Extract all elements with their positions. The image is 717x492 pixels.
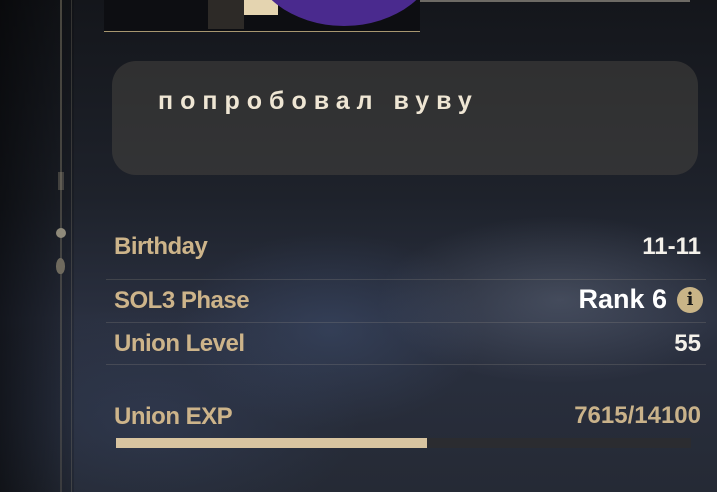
union-exp-progress-bar — [116, 438, 691, 448]
row-divider — [106, 322, 706, 323]
rail-knob-icon — [56, 228, 66, 238]
info-icon[interactable]: i — [677, 286, 703, 313]
union-level-value: 55 — [674, 330, 701, 357]
row-divider — [106, 279, 706, 280]
avatar-accent — [244, 0, 278, 15]
profile-card: попробовал вуву Birthday 11-11 SOL3 Phas… — [0, 0, 717, 492]
top-divider — [420, 0, 690, 2]
sol3-phase-value-group: Rank 6 i — [578, 284, 703, 315]
union-exp-label: Union EXP — [114, 403, 233, 430]
birthday-label: Birthday — [114, 233, 208, 260]
signature-text: попробовал вуву — [158, 87, 479, 115]
avatar-frame — [104, 0, 439, 32]
union-level-label: Union Level — [114, 330, 245, 357]
sol3-phase-value: Rank 6 — [578, 284, 667, 314]
row-divider — [106, 364, 706, 365]
side-ornament-rail — [0, 0, 74, 492]
union-exp-progress-fill — [116, 438, 427, 448]
rail-line-secondary — [71, 0, 72, 492]
signature-box[interactable]: попробовал вуву — [112, 61, 698, 175]
union-exp-value: 7615/14100 — [574, 402, 701, 429]
rail-drop-icon — [56, 258, 65, 274]
rail-line — [60, 0, 62, 492]
avatar-band — [208, 0, 244, 29]
sol3-phase-label: SOL3 Phase — [114, 287, 250, 314]
rail-tick — [58, 172, 64, 190]
birthday-value: 11-11 — [642, 233, 701, 260]
